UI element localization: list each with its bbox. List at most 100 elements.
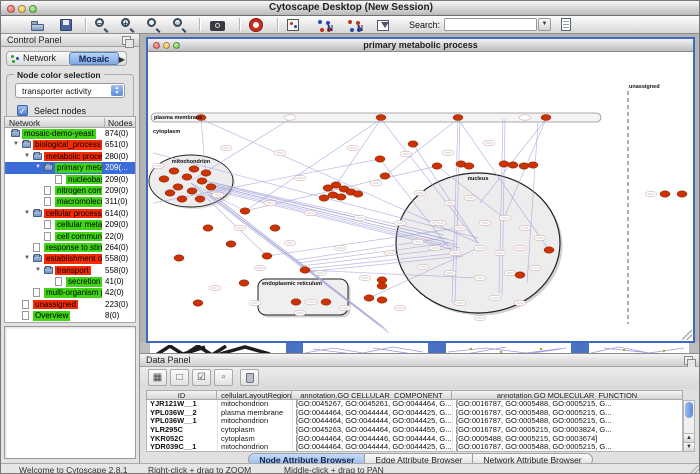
gene-node[interactable] [432, 163, 442, 169]
select-attributes-icon[interactable]: ☑ [192, 369, 211, 386]
select-nodes-checkbox[interactable]: ✓ [17, 105, 28, 116]
table-vertical-scrollbar[interactable]: ▲ ▼ [683, 400, 695, 452]
tab-mosaic[interactable]: Mosaic [69, 52, 119, 65]
gene-node[interactable] [541, 115, 551, 121]
background-window-fragment[interactable] [446, 342, 571, 353]
snapshot-icon[interactable] [209, 17, 227, 33]
gene-node[interactable] [321, 299, 331, 305]
gene-node[interactable] [197, 178, 207, 184]
gene-node[interactable] [336, 194, 346, 200]
gene-node[interactable] [201, 170, 211, 176]
tree-row-cell-communicat[interactable]: cell communicat22(0) [5, 231, 135, 242]
disclosure-triangle-icon[interactable]: ▼ [24, 255, 30, 261]
background-window-edge[interactable] [571, 342, 589, 353]
tree-row-multi-organism-pro[interactable]: multi-organism pro42(0) [5, 287, 135, 298]
disclosure-triangle-icon[interactable]: ▼ [24, 153, 30, 159]
search-input[interactable] [444, 18, 537, 31]
tree-row-mosaic-demo-yeast[interactable]: mosaic-demo-yeast874(0) [5, 128, 135, 139]
gene-node[interactable] [203, 225, 213, 231]
gene-node[interactable] [380, 173, 390, 179]
tree-row-metabolic-process[interactable]: ▼metabolic process280(0) [5, 151, 135, 162]
column-header[interactable]: _cellularLayoutRegion [217, 390, 292, 400]
background-window-edge[interactable] [428, 342, 446, 353]
gene-node[interactable] [376, 115, 386, 121]
gene-node[interactable] [262, 253, 272, 259]
tab-overflow-arrow-icon[interactable]: ▶ [119, 55, 125, 64]
gene-node[interactable] [377, 297, 387, 303]
gene-node[interactable] [364, 295, 374, 301]
zoom-in-icon[interactable]: + [119, 17, 137, 33]
app-resize-grip[interactable] [690, 465, 699, 474]
tree-row-secretion[interactable]: secretion41(0) [5, 276, 135, 287]
table-row[interactable]: YPL036W__2plasma membrane[GO:0044464, GO… [147, 409, 682, 418]
table-row[interactable]: YPL036W__1mitochondrion[GO:0044464, GO:0… [147, 417, 682, 426]
fit-content-icon[interactable] [285, 17, 303, 33]
tree-row-response-to-stimulu[interactable]: response to stimulu264(0) [5, 242, 135, 253]
gene-node[interactable] [165, 190, 175, 196]
column-nodes[interactable]: Nodes [104, 118, 133, 128]
gene-node[interactable] [300, 267, 310, 273]
table-row[interactable]: YDR039C__1mitochondrion[GO:0044464, GO:0… [147, 443, 682, 452]
gene-node[interactable] [195, 196, 205, 202]
gene-node[interactable] [270, 225, 280, 231]
network-edge[interactable] [385, 119, 458, 176]
gene-label-node[interactable] [284, 115, 296, 120]
gene-node[interactable] [353, 191, 363, 197]
gene-node[interactable] [515, 272, 525, 278]
gene-node[interactable] [377, 283, 387, 289]
tree-row-primary-metabo[interactable]: ▼primary metabo209(... [5, 162, 135, 173]
scroll-down-icon[interactable]: ▼ [684, 442, 694, 451]
tree-row-cellular-process[interactable]: ▼cellular process614(0) [5, 208, 135, 219]
attribute-table-icon[interactable]: ▦ [148, 369, 167, 386]
tree-row-overview[interactable]: Overview8(0) [5, 310, 135, 321]
tree-row-transport[interactable]: ▼transport558(0) [5, 265, 135, 276]
gene-node[interactable] [677, 191, 687, 197]
gene-node[interactable] [226, 241, 236, 247]
gene-node[interactable] [464, 163, 474, 169]
tree-row-nucleobase-[interactable]: nucleobase-209(0) [5, 174, 135, 185]
gene-node[interactable] [508, 162, 518, 168]
unselect-attributes-icon[interactable]: ▫ [214, 369, 233, 386]
gene-node[interactable] [159, 176, 169, 182]
gene-node[interactable] [319, 195, 329, 201]
gene-node[interactable] [544, 247, 554, 253]
save-session-icon[interactable] [57, 17, 75, 33]
network-canvas[interactable]: plasma membranecytoplasmmitochondrionnuc… [148, 52, 693, 341]
tree-row-establishment-of-lo[interactable]: ▼establishment of lo558(0) [5, 253, 135, 264]
gene-node[interactable] [499, 161, 509, 167]
node-color-dropdown[interactable]: transporter activity ▲▼ [15, 83, 125, 98]
scrollbar-thumb[interactable] [685, 402, 693, 418]
background-window-fragment[interactable] [303, 342, 428, 353]
zoom-out-icon[interactable]: − [93, 17, 111, 33]
search-options-icon[interactable] [557, 17, 575, 33]
gene-node[interactable] [174, 255, 184, 261]
gene-node[interactable] [193, 300, 203, 306]
table-row[interactable]: YJR121W__1mitochondrion[GO:0045267, GO:0… [147, 400, 682, 409]
disclosure-triangle-icon[interactable]: ▼ [35, 267, 41, 273]
column-network[interactable]: Network [9, 118, 40, 128]
gene-node[interactable] [169, 168, 179, 174]
gene-node[interactable] [240, 208, 250, 214]
gene-node[interactable] [239, 280, 249, 286]
table-row[interactable]: YKR052Ccytoplasm[GO:0044464, GO:0044446,… [147, 435, 682, 444]
background-window-fragment[interactable] [589, 342, 689, 353]
help-ring-icon[interactable] [247, 17, 265, 33]
gene-node[interactable] [408, 141, 418, 147]
window-resize-grip[interactable] [682, 330, 692, 340]
zoom-fit-icon[interactable]: ▫ [171, 17, 189, 33]
column-header[interactable]: annotation.GO CELLULAR_COMPONENT [292, 390, 452, 400]
tree-row-macromolecule[interactable]: macromolecule311(0) [5, 196, 135, 207]
birds-eye-view-panel[interactable] [4, 326, 136, 459]
tab-network[interactable]: Network [7, 52, 69, 65]
gene-node[interactable] [177, 196, 187, 202]
destroy-network-view-icon[interactable]: N [345, 17, 363, 33]
gene-node[interactable] [375, 156, 385, 162]
network-window-titlebar[interactable]: primary metabolic process [148, 39, 693, 52]
zoom-selected-icon[interactable] [145, 17, 163, 33]
network-edge[interactable] [245, 119, 381, 211]
disclosure-triangle-icon[interactable]: ▼ [13, 141, 19, 147]
new-attribute-icon[interactable]: □ [170, 369, 189, 386]
tree-row-nitrogen-compo[interactable]: nitrogen compo209(0) [5, 185, 135, 196]
float-panel-icon[interactable] [684, 356, 693, 365]
gene-node[interactable] [377, 277, 387, 283]
